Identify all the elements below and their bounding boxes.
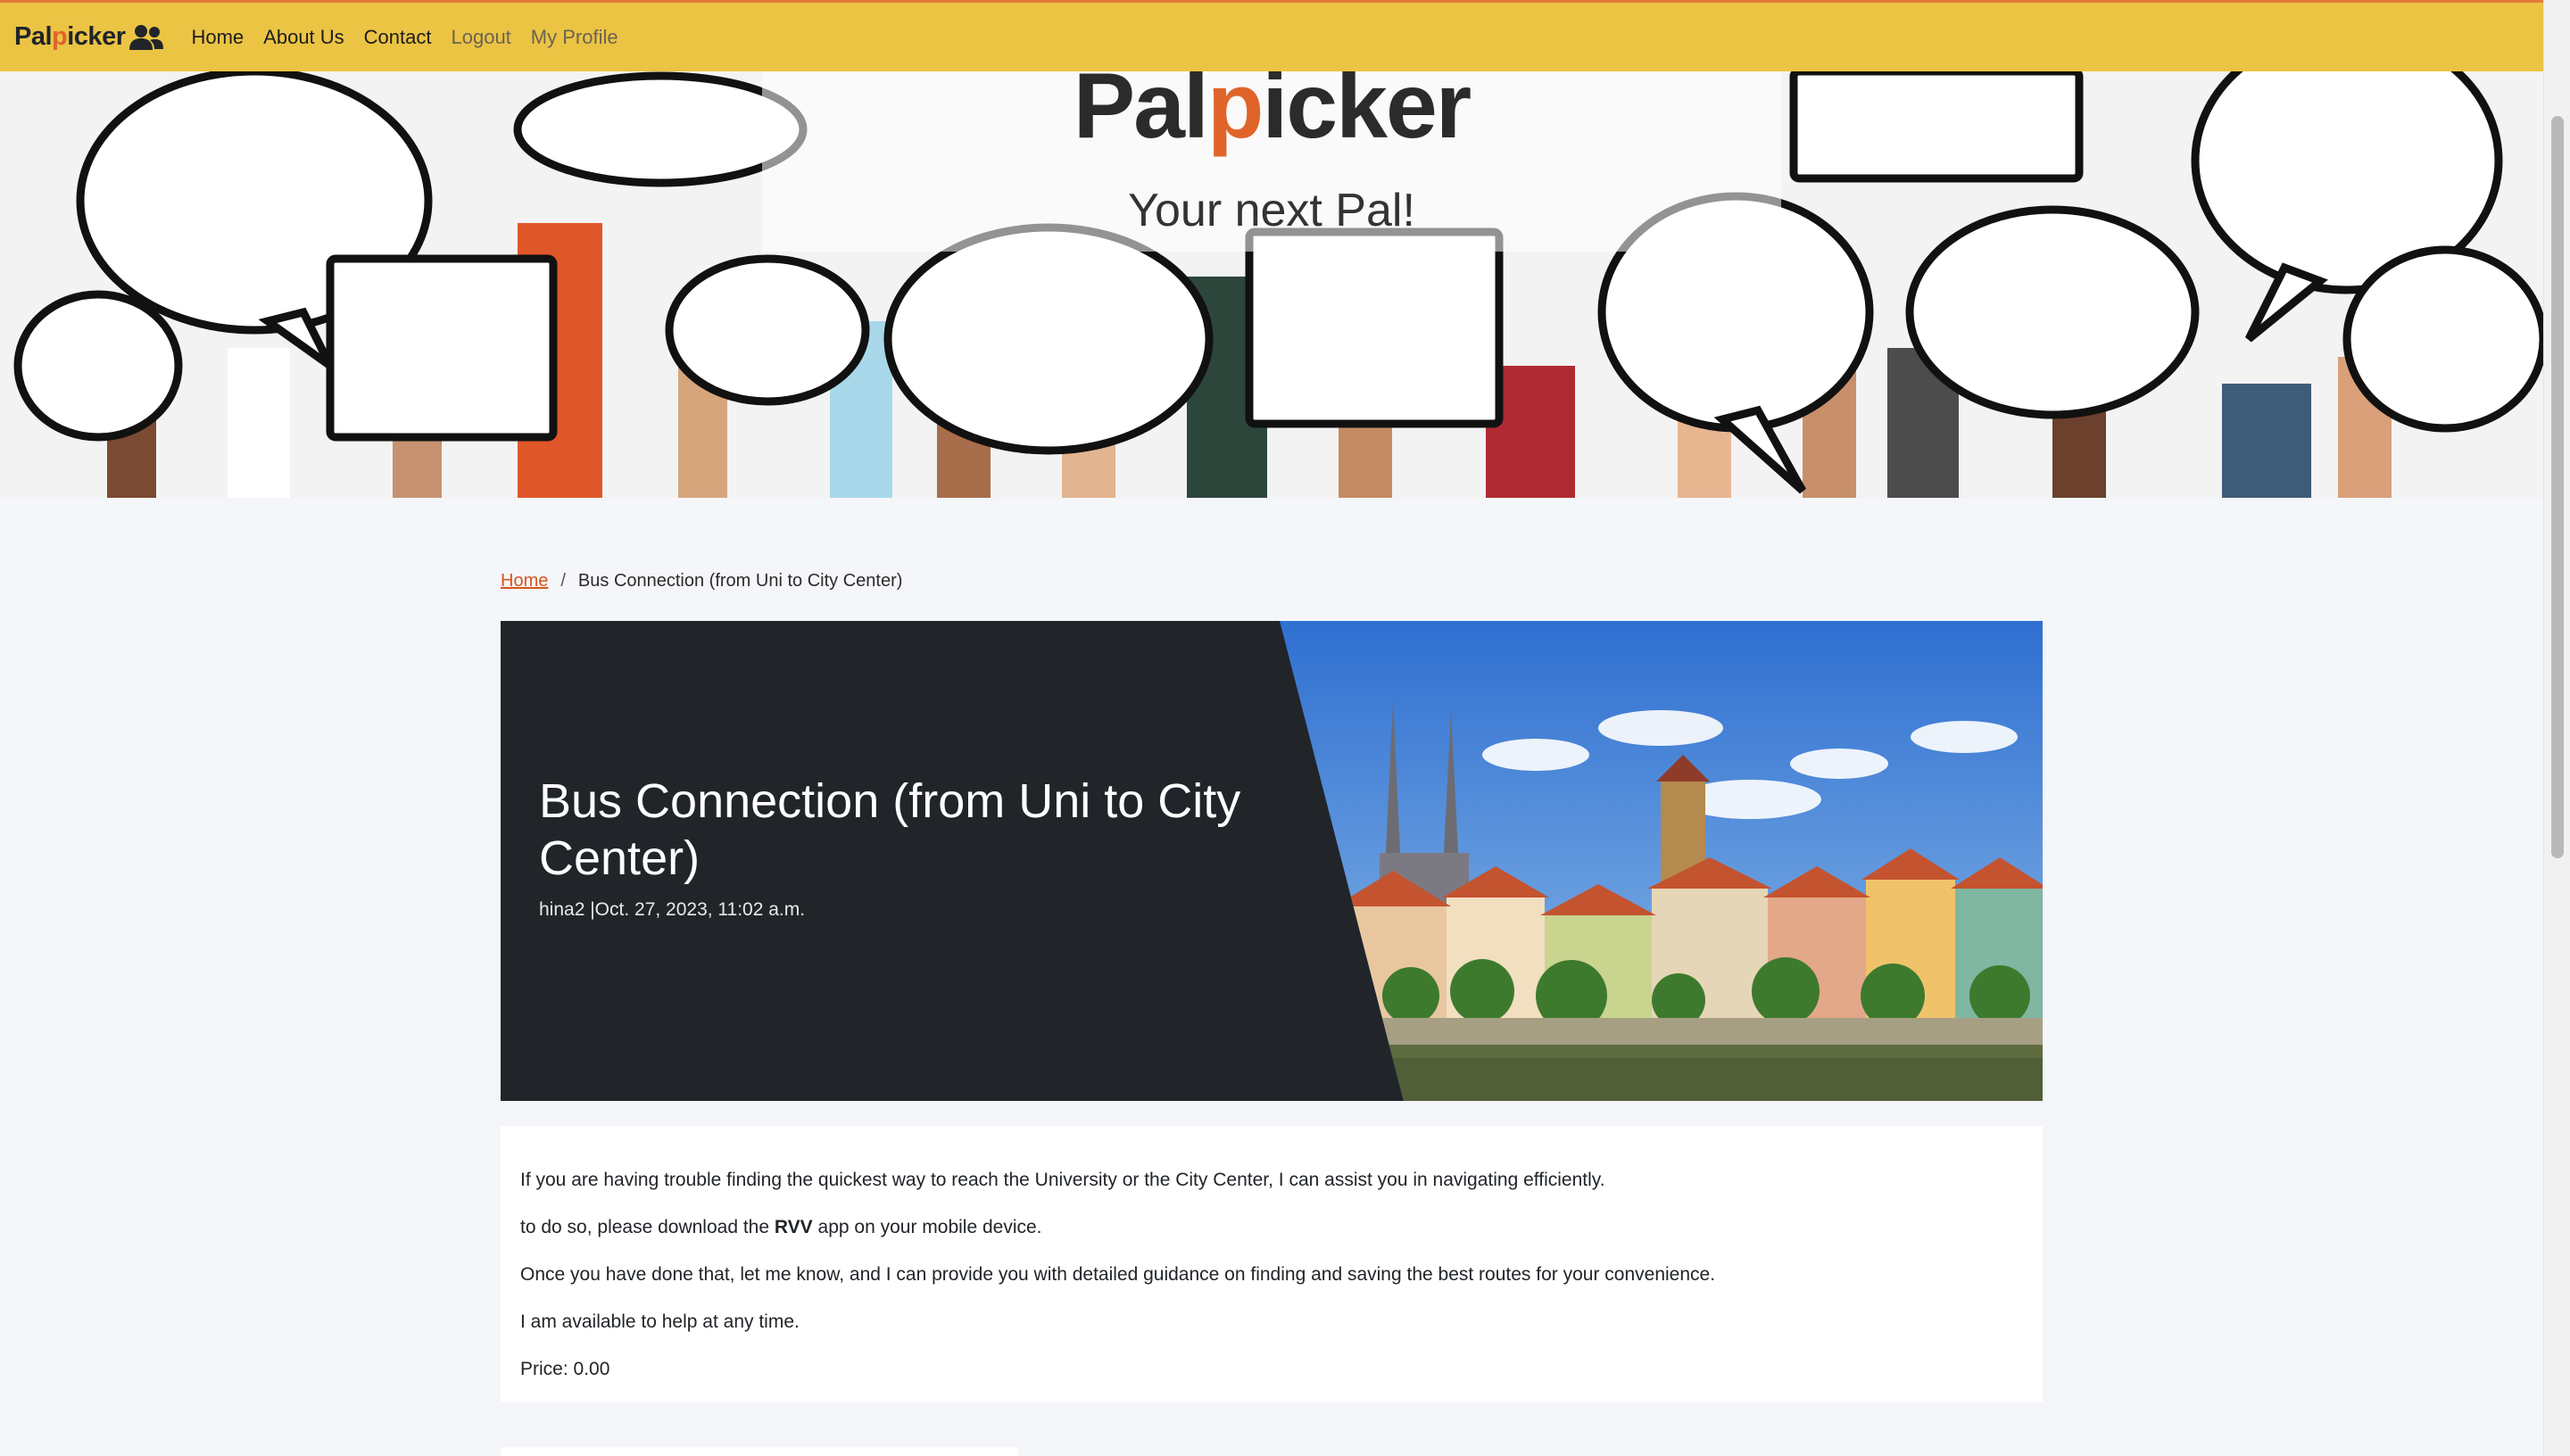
hero-logo: Palpicker [762, 71, 1781, 160]
brand-suffix: icker [67, 22, 126, 51]
post-paragraph-1: If you are having trouble finding the qu… [520, 1170, 1605, 1190]
page-scrollbar[interactable] [2543, 0, 2570, 1456]
post-paragraph-3: Once you have done that, let me know, an… [520, 1264, 1716, 1285]
top-navbar: Pal p icker Home About Us Contact Logout M… [0, 0, 2543, 71]
nav-about-link[interactable]: About Us [263, 26, 344, 49]
paragraph-2-text-before: to do so, please download the [520, 1217, 775, 1237]
hero-logo-prefix: Pal [1073, 71, 1209, 158]
brand-accent: p [52, 22, 68, 51]
post-meta: hina2 |Oct. 27, 2023, 11:02 a.m. [539, 899, 806, 920]
breadcrumb-home-link[interactable]: Home [501, 571, 548, 592]
hero-title-card: Palpicker Your next Pal! [762, 71, 1781, 252]
breadcrumb: Home / Bus Connection (from Uni to City … [501, 571, 902, 592]
nav-contact-link[interactable]: Contact [364, 26, 432, 49]
paragraph-2-app-name: RVV [774, 1217, 813, 1237]
paragraph-2-text-after: app on your mobile device. [812, 1217, 1042, 1237]
breadcrumb-current: Bus Connection (from Uni to City Center) [577, 571, 903, 591]
hero-logo-accent: p [1206, 71, 1264, 158]
post-header-banner: Bus Connection (from Uni to City Center)… [501, 621, 2043, 1101]
post-paragraph-2: to do so, please download the RVV app on… [520, 1216, 2023, 1238]
hero-tagline: Your next Pal! [1128, 185, 1415, 236]
post-body: If you are having trouble finding the qu… [501, 1126, 2043, 1402]
brand-logo[interactable]: Pal p icker [14, 22, 164, 52]
post-paragraph-4: I am available to help at any time. [520, 1311, 800, 1332]
nav-logout-link[interactable]: Logout [452, 26, 511, 49]
nav-profile-link[interactable]: My Profile [531, 26, 618, 49]
nav-home-link[interactable]: Home [191, 26, 244, 49]
hero-logo-suffix: icker [1262, 71, 1472, 158]
post-price: Price: 0.00 [520, 1359, 610, 1379]
scrollbar-thumb[interactable] [2551, 116, 2564, 858]
next-content-card [501, 1447, 1018, 1456]
hero-banner: Palpicker Your next Pal! [0, 71, 2543, 498]
users-icon [129, 24, 164, 50]
breadcrumb-separator: / [560, 571, 566, 591]
brand-prefix: Pal [14, 22, 53, 51]
post-title: Bus Connection (from Uni to City Center) [539, 774, 1241, 885]
